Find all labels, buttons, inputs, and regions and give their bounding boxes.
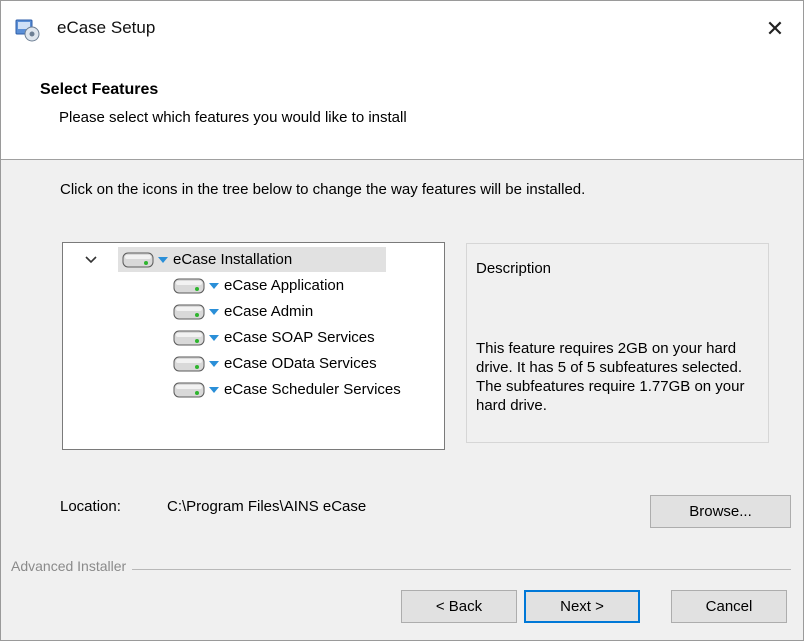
close-icon: ✕	[765, 16, 785, 41]
tree-item-root[interactable]: eCase Installation	[122, 247, 292, 272]
feature-tree[interactable]: eCase Installation eCase Application eCa…	[62, 242, 445, 450]
chevron-down-icon[interactable]	[83, 252, 99, 268]
tree-item-label: eCase Installation	[173, 251, 293, 268]
browse-button[interactable]: Browse...	[650, 495, 791, 528]
back-button[interactable]: < Back	[401, 590, 517, 623]
setup-installer-icon	[15, 19, 40, 42]
description-title: Description	[476, 260, 552, 277]
tree-item-ecase-scheduler-services[interactable]: eCase Scheduler Services	[173, 377, 401, 402]
tree-item-label: eCase Scheduler Services	[224, 381, 401, 398]
cancel-button[interactable]: Cancel	[671, 590, 787, 623]
hard-drive-icon[interactable]	[173, 381, 207, 399]
location-label: Location:	[60, 498, 121, 515]
tree-item-ecase-soap-services[interactable]: eCase SOAP Services	[173, 325, 375, 350]
hard-drive-icon[interactable]	[173, 355, 207, 373]
header-banner: Select Features Please select which feat…	[1, 57, 803, 160]
description-text: This feature requires 2GB on your hard d…	[476, 340, 745, 414]
next-button[interactable]: Next >	[524, 590, 640, 623]
tree-item-label: eCase SOAP Services	[224, 329, 375, 346]
tree-item-ecase-admin[interactable]: eCase Admin	[173, 299, 313, 324]
location-path: C:\Program Files\AINS eCase	[167, 498, 367, 515]
page-subtitle: Please select which features you would l…	[59, 109, 407, 126]
setup-window: eCase Setup ✕ Select Features Please sel…	[0, 0, 804, 641]
page-title: Select Features	[40, 81, 159, 98]
hard-drive-icon[interactable]	[173, 303, 207, 321]
dropdown-arrow-icon[interactable]	[209, 334, 219, 342]
installer-brand: Advanced Installer	[11, 558, 133, 574]
tree-item-label: eCase OData Services	[224, 355, 377, 372]
close-button[interactable]: ✕	[747, 1, 803, 57]
dropdown-arrow-icon[interactable]	[158, 256, 168, 264]
dropdown-arrow-icon[interactable]	[209, 308, 219, 316]
dropdown-arrow-icon[interactable]	[209, 386, 219, 394]
description-panel: Description This feature requires 2GB on…	[466, 243, 769, 443]
dropdown-arrow-icon[interactable]	[209, 360, 219, 368]
tree-item-ecase-odata-services[interactable]: eCase OData Services	[173, 351, 377, 376]
title-bar: eCase Setup ✕	[1, 1, 803, 57]
window-title: eCase Setup	[57, 18, 156, 37]
tree-item-label: eCase Application	[224, 277, 345, 294]
hard-drive-icon[interactable]	[173, 277, 207, 295]
tree-item-label: eCase Admin	[224, 303, 314, 320]
dropdown-arrow-icon[interactable]	[209, 282, 219, 290]
hard-drive-icon[interactable]	[122, 251, 156, 269]
hard-drive-icon[interactable]	[173, 329, 207, 347]
tree-item-ecase-application[interactable]: eCase Application	[173, 273, 344, 298]
instruction-text: Click on the icons in the tree below to …	[60, 181, 586, 198]
